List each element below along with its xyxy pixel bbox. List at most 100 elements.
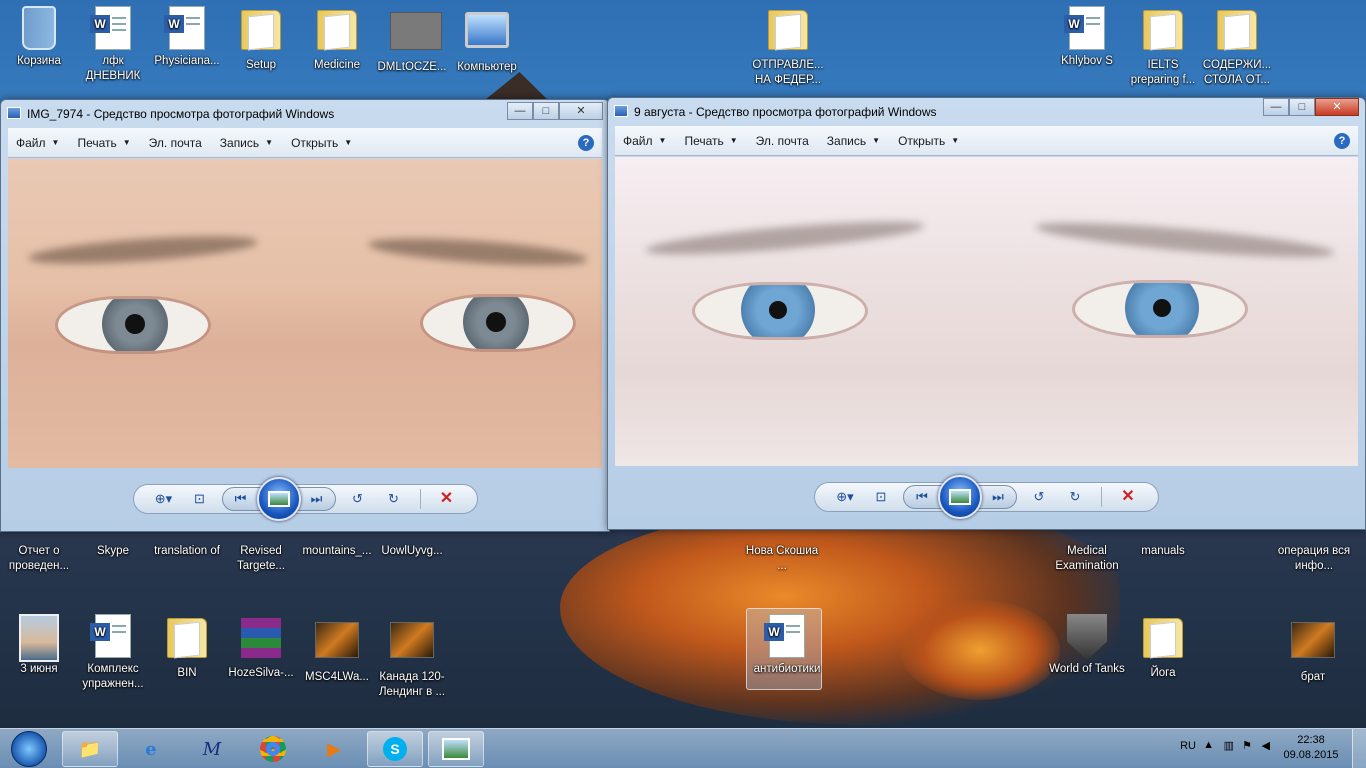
nav-group: ⏮ ⏭ [221, 477, 336, 521]
photo-viewer-icon [442, 738, 470, 760]
windows-orb-icon [11, 731, 47, 767]
taskbar-skype[interactable]: S [367, 731, 423, 767]
desktop-icon-otpravle[interactable]: ОТПРАВЛЕ... НА ФЕДЕР... [748, 6, 828, 88]
desktop-icon-antibiotiki[interactable]: антибиотики [746, 608, 826, 690]
folder-icon [768, 10, 808, 50]
rotate-ccw-button[interactable]: ↺ [344, 488, 372, 510]
delete-button[interactable]: ✕ [1114, 486, 1142, 508]
taskbar-chrome[interactable] [245, 731, 301, 767]
show-hidden-icons[interactable]: ▲ [1203, 739, 1214, 751]
taskbar-ie[interactable]: e [123, 731, 179, 767]
window-controls: — □ ✕ [507, 102, 603, 120]
dropdown-arrow-icon: ▼ [872, 136, 881, 145]
network-icon[interactable]: ▥ [1224, 739, 1234, 752]
folder-icon [241, 10, 281, 50]
taskbar-photo-viewer[interactable] [428, 731, 484, 767]
minimize-button[interactable]: — [1263, 98, 1289, 116]
photo-right-eyes [615, 157, 1358, 466]
volume-icon[interactable]: ◀ [1262, 739, 1270, 752]
menu-file[interactable]: Файл ▼ [16, 136, 59, 150]
rotate-ccw-button[interactable]: ↺ [1025, 486, 1053, 508]
actual-size-icon[interactable]: ⊡ [186, 488, 214, 510]
desktop-icon-bin-folder[interactable]: BIN [148, 614, 226, 681]
folder-icon: 📁 [78, 738, 102, 759]
desktop-icon-computer[interactable]: Компьютер [448, 6, 526, 75]
previous-button[interactable]: ⏮ [227, 488, 255, 510]
clock[interactable]: 22:38 09.08.2015 [1276, 733, 1346, 763]
flag-icon[interactable]: ⚑ [1242, 739, 1252, 752]
desktop-icon-soderzhi[interactable]: СОДЕРЖИ... СТОЛА ОТ... [1198, 6, 1276, 88]
help-icon[interactable]: ? [578, 135, 594, 151]
delete-button[interactable]: ✕ [433, 488, 461, 510]
toolbar-separator [419, 489, 421, 509]
menu-open[interactable]: Открыть ▼ [898, 134, 959, 148]
viewer-controls: ⊕▾ ⊡ ⏮ ⏭ ↺ ↻ ✕ [132, 477, 478, 521]
photo-display[interactable] [8, 159, 602, 468]
photo-display[interactable] [615, 157, 1358, 466]
slideshow-button[interactable] [938, 475, 982, 519]
desktop-icon-yoga[interactable]: Йога [1124, 614, 1202, 681]
dropdown-arrow-icon: ▼ [122, 138, 131, 147]
language-indicator[interactable]: RU [1180, 740, 1196, 752]
menu-burn[interactable]: Запись ▼ [827, 134, 880, 148]
mathcad-icon: M [202, 738, 222, 760]
start-button[interactable] [2, 729, 56, 768]
taskbar: 📁 e M ▶ S RU ▲ ▥ ⚑ ◀ 22:38 09.08.2015 [0, 728, 1366, 768]
rotate-cw-button[interactable]: ↻ [1061, 486, 1089, 508]
maximize-button[interactable]: □ [533, 102, 559, 120]
taskbar-explorer[interactable]: 📁 [62, 731, 118, 767]
desktop-icon-khlybov[interactable]: Khlybov S [1048, 6, 1126, 69]
desktop-icon-3-june[interactable]: 3 июня [0, 614, 78, 677]
close-button[interactable]: ✕ [1315, 98, 1359, 116]
zoom-icon[interactable]: ⊕▾ [150, 488, 178, 510]
previous-button[interactable]: ⏮ [908, 486, 936, 508]
zoom-icon[interactable]: ⊕▾ [831, 486, 859, 508]
minimize-button[interactable]: — [507, 102, 533, 120]
help-icon[interactable]: ? [1334, 133, 1350, 149]
actual-size-icon[interactable]: ⊡ [867, 486, 895, 508]
maximize-button[interactable]: □ [1289, 98, 1315, 116]
show-desktop-button[interactable] [1352, 729, 1366, 768]
desktop-icon-setup[interactable]: Setup [222, 6, 300, 73]
desktop-icon-brat[interactable]: брат [1274, 614, 1352, 685]
slideshow-button[interactable] [256, 477, 301, 521]
desktop-icon-ielts[interactable]: IELTS preparing f... [1124, 6, 1202, 88]
folder-icon [1217, 10, 1257, 50]
slideshow-icon [267, 491, 290, 507]
dropdown-arrow-icon: ▼ [729, 136, 738, 145]
window-title: IMG_7974 - Средство просмотра фотографий… [27, 107, 335, 121]
menu-burn[interactable]: Запись ▼ [220, 136, 273, 150]
internet-explorer-icon: e [145, 738, 157, 760]
desktop-icon-kanada[interactable]: Канада 120-Лендинг в ... [373, 614, 451, 700]
desktop-icon-world-of-tanks[interactable]: World of Tanks [1048, 614, 1126, 677]
photo-icon [19, 614, 59, 662]
viewer-toolbar: ⊕▾ ⊡ ⏮ ⏭ ↺ ↻ ✕ [615, 470, 1358, 524]
close-button[interactable]: ✕ [559, 102, 603, 120]
window-titlebar[interactable]: 9 августа - Средство просмотра фотографи… [608, 98, 1365, 126]
menu-file[interactable]: Файл ▼ [623, 134, 666, 148]
photo-viewer-window-right[interactable]: 9 августа - Средство просмотра фотографи… [607, 97, 1366, 530]
next-button[interactable]: ⏭ [303, 488, 331, 510]
desktop-icon-recycle-bin[interactable]: Корзина [0, 6, 78, 69]
rotate-cw-button[interactable]: ↻ [380, 488, 408, 510]
taskbar-mathcad[interactable]: M [184, 731, 240, 767]
menu-email[interactable]: Эл. почта [756, 134, 809, 148]
desktop-icon-physiciana[interactable]: Physiciana... [148, 6, 226, 69]
desktop-icon-hozesilva[interactable]: HozeSilva-... [222, 614, 300, 681]
desktop-icon-dml[interactable]: DMLtOCZE... [373, 6, 451, 75]
folder-icon [317, 10, 357, 50]
clock-time: 22:38 [1297, 734, 1325, 746]
folder-icon [167, 618, 207, 658]
desktop-icon-msc4lwa[interactable]: MSC4LWa... [298, 614, 376, 685]
menu-print[interactable]: Печать ▼ [684, 134, 737, 148]
taskbar-media-player[interactable]: ▶ [306, 731, 362, 767]
desktop-icon-lfk[interactable]: лфк ДНЕВНИК [74, 6, 152, 84]
skype-icon: S [383, 737, 407, 761]
next-button[interactable]: ⏭ [984, 486, 1012, 508]
menu-open[interactable]: Открыть ▼ [291, 136, 352, 150]
menu-print[interactable]: Печать ▼ [77, 136, 130, 150]
menu-email[interactable]: Эл. почта [149, 136, 202, 150]
desktop-icon-kompleks[interactable]: Комплекс упражнен... [74, 614, 152, 692]
desktop-icon-medicine[interactable]: Medicine [298, 6, 376, 73]
photo-viewer-window-left[interactable]: IMG_7974 - Средство просмотра фотографий… [0, 99, 610, 532]
